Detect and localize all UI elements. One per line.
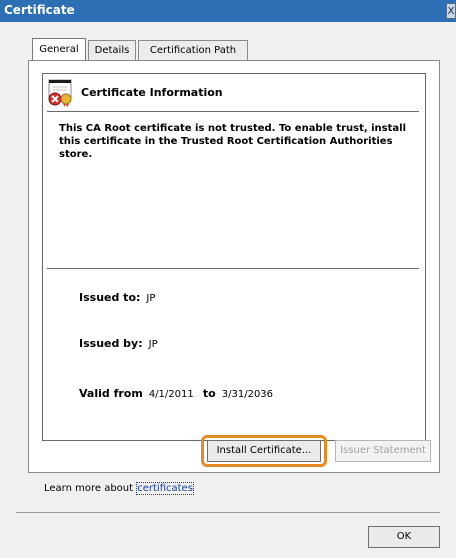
trust-warning-message: This CA Root certificate is not trusted.… [59, 123, 407, 160]
certificate-dialog: General Details Certification Path Certi… [0, 22, 456, 558]
learn-more-text: Learn more about certificates [44, 482, 194, 495]
issued-by-label: Issued by: [79, 337, 143, 350]
tab-certification-path[interactable]: Certification Path [138, 40, 248, 60]
details-divider [47, 268, 419, 269]
header-divider [47, 111, 419, 112]
install-certificate-button[interactable]: Install Certificate... [207, 440, 321, 462]
certificate-info-box: Certificate Information This CA Root cer… [42, 73, 426, 441]
title-bar: Certificate X [0, 0, 456, 22]
tab-general[interactable]: General [32, 38, 86, 60]
issued-to-value: JP [146, 293, 156, 304]
ok-button[interactable]: OK [368, 526, 440, 548]
issued-by-row: Issued by: JP [79, 337, 158, 350]
valid-to-label: to [202, 387, 216, 400]
certificate-header: Certificate Information [43, 74, 425, 110]
issued-to-label: Issued to: [79, 291, 141, 304]
issuer-statement-button[interactable]: Issuer Statement [335, 440, 431, 462]
certificates-link[interactable]: certificates [136, 482, 194, 495]
valid-from-label: Valid from [79, 387, 143, 400]
close-icon[interactable]: X [446, 3, 456, 19]
general-tab-panel: Certificate Information This CA Root cer… [28, 60, 440, 473]
footer-divider [16, 512, 440, 513]
untrusted-certificate-icon [48, 79, 72, 107]
valid-to-value: 3/31/2036 [221, 389, 274, 400]
issued-to-row: Issued to: JP [79, 291, 155, 304]
issued-by-value: JP [148, 339, 158, 350]
learn-more-prefix: Learn more about [44, 483, 137, 494]
certificate-info-title: Certificate Information [81, 86, 223, 99]
tab-details[interactable]: Details [88, 40, 136, 60]
window-title: Certificate [4, 3, 75, 17]
validity-row: Valid from 4/1/2011 to 3/31/2036 [79, 387, 273, 400]
valid-from-value: 4/1/2011 [148, 389, 194, 400]
